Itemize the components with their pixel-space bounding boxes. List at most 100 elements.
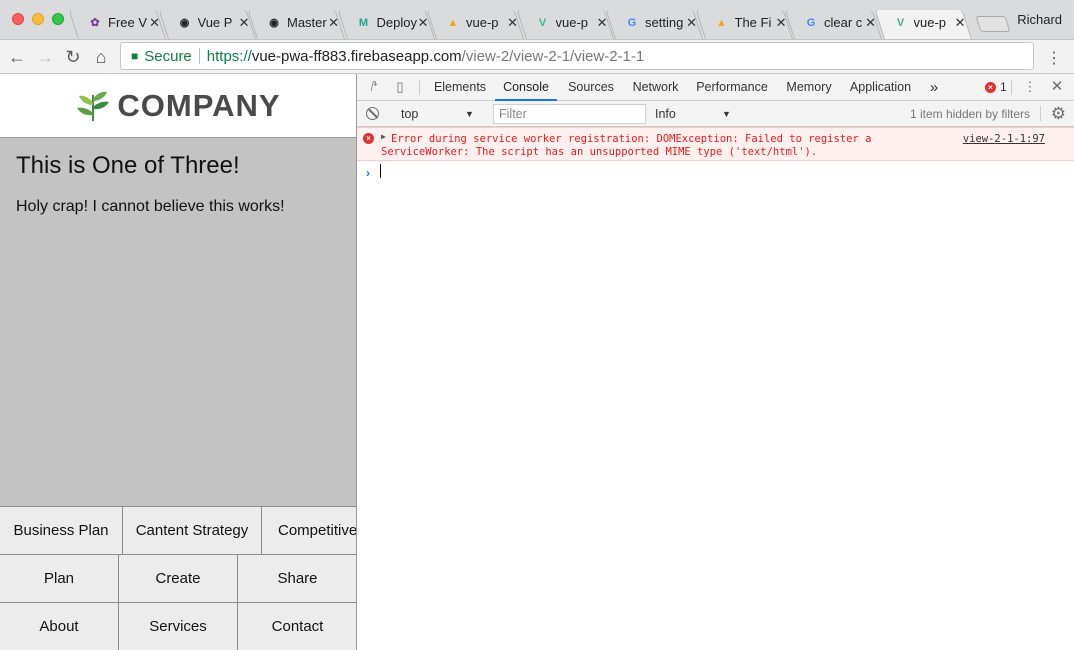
github-icon: ◉	[269, 17, 279, 29]
log-level-value: Info	[655, 107, 676, 121]
reload-icon[interactable]: ↻	[62, 46, 84, 68]
tab-title: Deploy	[376, 15, 417, 30]
tab-title: Master	[287, 15, 327, 30]
url-path: /view-2/view-2-1/view-2-1-1	[461, 47, 645, 65]
console-filter-input[interactable]: Filter	[493, 104, 646, 124]
context-select[interactable]: top	[401, 107, 418, 121]
company-logo-text: COMPANY	[117, 87, 281, 123]
tab-title: clear c	[824, 15, 863, 30]
tab-close-icon[interactable]: ✕	[776, 15, 787, 31]
home-icon[interactable]: ⌂	[90, 46, 112, 68]
nav-plan[interactable]: Plan	[0, 555, 119, 602]
google-icon: G	[806, 16, 816, 29]
console-settings-icon[interactable]: ⚙	[1051, 104, 1066, 124]
nav-content-strategy[interactable]: Cantent Strategy	[123, 507, 262, 554]
nav-competitive[interactable]: Competitive	[262, 507, 356, 554]
browser-toolbar: ← → ↻ ⌂ ■ Secure https:// vue-pwa-ff883.…	[0, 40, 1074, 74]
browser-tab[interactable]: ✿ Free V ✕	[78, 6, 164, 39]
firebase-icon: ▲	[447, 16, 459, 29]
new-tab-button[interactable]	[975, 16, 1011, 32]
console-input-cursor[interactable]	[380, 164, 381, 178]
nav-services[interactable]: Services	[119, 603, 238, 650]
browser-tab[interactable]: Gsetting ✕	[615, 6, 701, 39]
nav-create[interactable]: Create	[119, 555, 238, 602]
browser-tab[interactable]: ◉ Master ✕	[257, 6, 343, 39]
browser-tab[interactable]: ▲ The Fi ✕	[705, 6, 791, 39]
browser-tab[interactable]: Gclear c ✕	[794, 6, 880, 39]
profile-name[interactable]: Richard	[1017, 12, 1062, 27]
section-nav-row: Plan Create Share	[0, 554, 356, 602]
browser-tab[interactable]: Vvue-p ✕	[526, 6, 612, 39]
tab-memory[interactable]: Memory	[781, 74, 837, 101]
log-level-select[interactable]: Info	[655, 107, 676, 121]
tab-close-icon[interactable]: ✕	[239, 15, 250, 31]
sub-nav-row: Business Plan Cantent Strategy Competiti…	[0, 506, 356, 554]
page-title: This is One of Three!	[16, 152, 240, 179]
tab-title: Vue P	[197, 15, 233, 30]
inspect-element-icon[interactable]: ⭚	[366, 79, 382, 95]
tab-close-icon[interactable]: ✕	[507, 15, 518, 31]
site-header: COMPANY	[0, 74, 356, 138]
divider	[1011, 80, 1012, 95]
browser-tab[interactable]: ▲ vue-p ✕	[436, 6, 522, 39]
tab-close-icon[interactable]: ✕	[597, 15, 608, 31]
error-icon: ×	[985, 81, 996, 93]
console-filter-bar: top ▼ Filter Info ▼ 1 item hidden by fil…	[357, 101, 1074, 127]
browser-menu-icon[interactable]: ⋮	[1046, 48, 1062, 68]
tab-close-icon[interactable]: ✕	[418, 15, 429, 31]
tab-close-icon[interactable]: ✕	[865, 15, 876, 31]
tab-close-icon[interactable]: ✕	[149, 15, 160, 31]
tab-application[interactable]: Application	[846, 74, 915, 101]
close-window-button[interactable]	[12, 13, 24, 25]
context-caret-icon: ▼	[465, 109, 474, 119]
error-icon: ×	[363, 133, 374, 144]
devtools-panel: ⭚ ▯ Elements Console Sources Network Per…	[357, 74, 1074, 650]
image-favicon: ✿	[90, 17, 100, 29]
vue-icon: V	[896, 16, 905, 29]
leaf-logo-icon	[77, 91, 110, 121]
minimize-window-button[interactable]	[32, 13, 44, 25]
error-source-link[interactable]: view-2-1-1:97	[963, 133, 1045, 145]
forward-icon[interactable]: →	[34, 46, 56, 68]
browser-tab[interactable]: ◉ Vue P ✕	[168, 6, 254, 39]
page-viewport: COMPANY This is One of Three! Holy crap!…	[0, 74, 357, 650]
tab-performance[interactable]: Performance	[692, 74, 772, 101]
console-error-message[interactable]: × ▶ Error during service worker registra…	[357, 127, 1074, 161]
nav-share[interactable]: Share	[238, 555, 356, 602]
tab-title: The Fi	[734, 15, 772, 30]
device-toolbar-icon[interactable]: ▯	[392, 79, 408, 95]
close-devtools-icon[interactable]: ✕	[1049, 79, 1065, 95]
nav-contact[interactable]: Contact	[238, 603, 356, 650]
address-bar[interactable]: ■ Secure https:// vue-pwa-ff883.firebase…	[120, 42, 1034, 70]
tab-close-icon[interactable]: ✕	[328, 15, 339, 31]
devtools-menu-icon[interactable]: ⋮	[1022, 79, 1038, 95]
url-scheme: https://	[206, 47, 252, 65]
nav-about[interactable]: About	[0, 603, 119, 650]
tab-title: setting	[645, 15, 684, 30]
maximize-window-button[interactable]	[52, 13, 64, 25]
omnibox-divider	[198, 48, 200, 64]
vue-icon: V	[538, 16, 547, 29]
tab-sources[interactable]: Sources	[562, 74, 620, 101]
nav-business-plan[interactable]: Business Plan	[0, 507, 123, 554]
error-count: 1	[1000, 80, 1007, 94]
tab-network[interactable]: Network	[627, 74, 684, 101]
browser-tab[interactable]: Vvue-p ✕	[884, 6, 970, 39]
tab-title: vue-p	[466, 15, 499, 30]
error-text-line-2: ServiceWorker: The script has an unsuppo…	[381, 146, 818, 158]
more-tabs-icon[interactable]: »	[925, 74, 943, 101]
context-value: top	[401, 107, 419, 121]
tab-close-icon[interactable]: ✕	[686, 15, 697, 31]
error-count-badge[interactable]: × 1	[985, 80, 1007, 94]
console-prompt-icon: ›	[366, 166, 370, 180]
tab-elements[interactable]: Elements	[429, 74, 491, 101]
tab-console[interactable]: Console	[495, 74, 557, 101]
tab-close-icon[interactable]: ✕	[955, 15, 966, 31]
browser-tab[interactable]: M Deploy ✕	[347, 6, 433, 39]
back-icon[interactable]: ←	[6, 46, 28, 68]
google-icon: G	[627, 16, 637, 29]
lock-icon: ■	[131, 49, 139, 63]
expand-triangle-icon[interactable]: ▶	[381, 132, 386, 141]
clear-console-icon[interactable]	[366, 107, 379, 120]
error-text-line-1: Error during service worker registration…	[391, 133, 872, 145]
